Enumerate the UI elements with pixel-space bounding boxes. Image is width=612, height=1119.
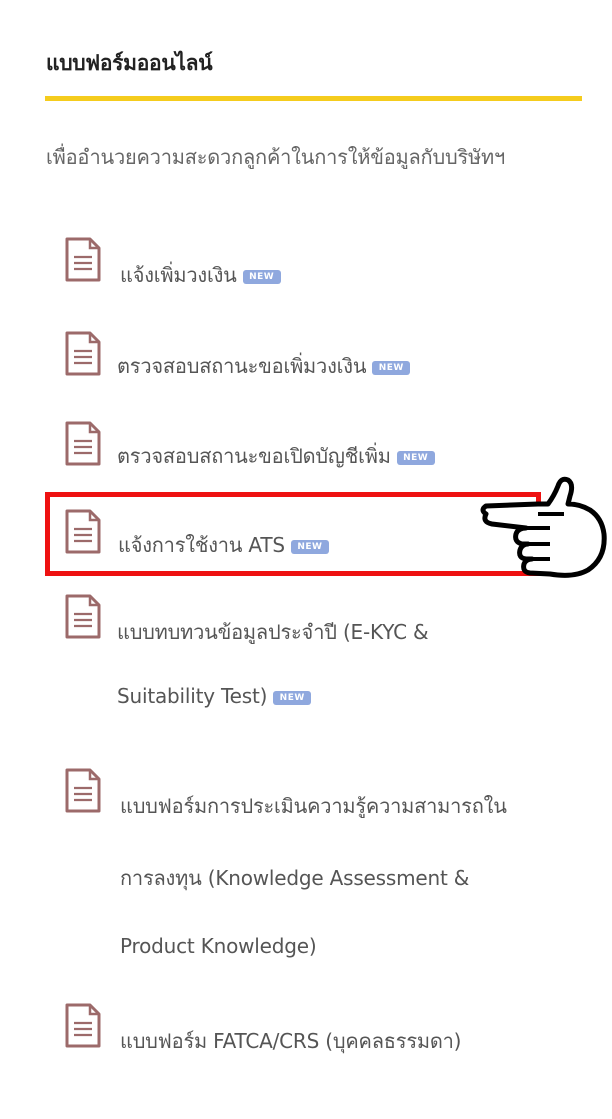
form-label: แบบฟอร์ม FATCA/CRS (บุคคลธรรมดา) <box>120 1029 462 1053</box>
form-label-line-2: การลงทุน (Knowledge Assessment & <box>120 866 470 890</box>
title-underline <box>45 96 582 101</box>
new-badge: NEW <box>242 269 281 284</box>
document-icon <box>65 331 101 376</box>
new-badge: NEW <box>273 690 312 705</box>
form-label: แจ้งเพิ่มวงเงิน NEW <box>120 259 281 291</box>
new-badge: NEW <box>396 450 435 465</box>
form-label: ตรวจสอบสถานะขอเปิดบัญชีเพิ่ม NEW <box>117 440 435 472</box>
new-badge: NEW <box>372 360 411 375</box>
form-label-line-1: แบบทบทวนข้อมูลประจำปี (E-KYC & <box>117 620 429 644</box>
form-label-line-3: Product Knowledge) <box>120 934 317 958</box>
form-label-line-2: Suitability Test) NEW <box>117 684 312 708</box>
document-icon <box>65 237 101 282</box>
document-icon <box>65 768 101 813</box>
document-icon <box>65 421 101 466</box>
online-forms-page: แบบฟอร์มออนไลน์ เพื่ออำนวยความสะดวกลูกค้… <box>0 0 612 1119</box>
form-label-line-1: แบบฟอร์มการประเมินความรู้ความสามารถใน <box>120 794 507 818</box>
highlight-box <box>45 492 541 576</box>
page-subtitle: เพื่ออำนวยความสะดวกลูกค้าในการให้ข้อมูลก… <box>46 145 506 169</box>
pointing-hand-icon <box>480 476 607 578</box>
page-title: แบบฟอร์มออนไลน์ <box>46 51 213 75</box>
document-icon <box>65 1003 101 1048</box>
document-icon <box>65 594 101 639</box>
form-label: ตรวจสอบสถานะขอเพิ่มวงเงิน NEW <box>117 350 411 382</box>
